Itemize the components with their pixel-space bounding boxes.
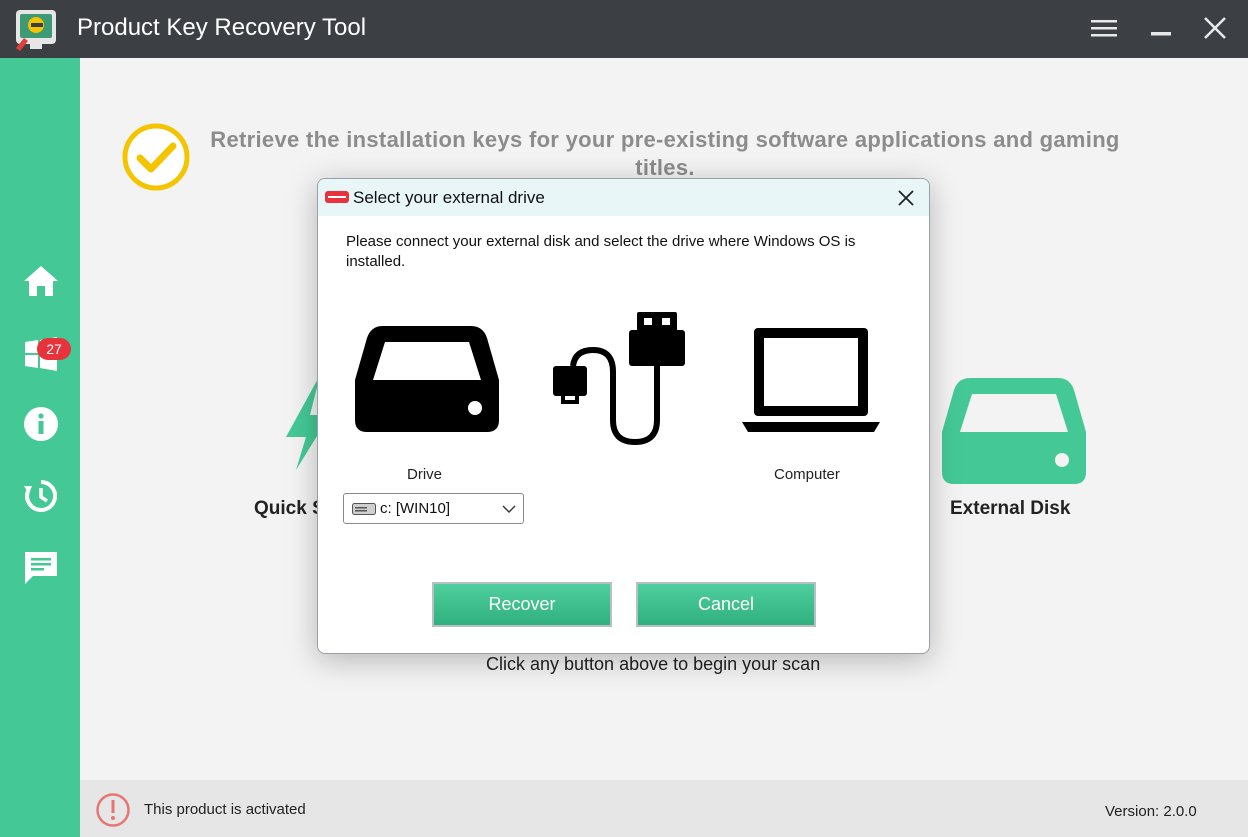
feedback-icon[interactable] (22, 549, 60, 587)
dialog-title: Select your external drive (353, 188, 545, 207)
notification-badge: 27 (37, 338, 71, 360)
menu-icon[interactable] (1088, 12, 1120, 44)
laptop-icon (742, 328, 880, 432)
dialog-message: Please connect your external disk and se… (346, 233, 856, 270)
cancel-button[interactable]: Cancel (636, 582, 816, 627)
version-label: Version: 2.0.0 (1105, 803, 1197, 820)
drive-select-value: c: [WIN10] (380, 500, 451, 517)
chevron-down-icon (502, 505, 516, 513)
drive-label: Drive (407, 466, 443, 483)
computer-label: Computer (774, 466, 840, 483)
external-disk-label[interactable]: External Disk (950, 498, 1070, 520)
dialog-close-icon[interactable] (895, 187, 917, 209)
scan-hint: Click any button above to begin your sca… (486, 654, 821, 674)
select-drive-dialog: Select your external drive Please connec… (317, 178, 930, 654)
app-title: Product Key Recovery Tool (77, 14, 367, 41)
activation-status: This product is activated (144, 801, 306, 818)
minimize-icon[interactable] (1144, 12, 1176, 44)
history-icon[interactable] (22, 477, 60, 515)
hard-drive-icon (355, 326, 499, 432)
title-bar: Product Key Recovery Tool (0, 0, 1248, 58)
usb-cable-icon (553, 312, 685, 446)
drive-red-icon (325, 191, 349, 203)
app-logo-icon (16, 10, 56, 51)
home-icon[interactable] (22, 262, 60, 300)
drive-select[interactable]: c: [WIN10] (343, 493, 524, 524)
quick-scan-label[interactable]: Quick S (254, 498, 325, 520)
external-disk-icon[interactable] (940, 376, 1088, 486)
close-icon[interactable] (1199, 12, 1231, 44)
dialog-title-bar: Select your external drive (318, 179, 929, 216)
hdd-icon (352, 503, 376, 515)
checkmark-icon (122, 123, 190, 191)
page-headline: Retrieve the installation keys for your … (210, 127, 1120, 180)
recover-button[interactable]: Recover (432, 582, 612, 627)
alert-info-icon (96, 793, 130, 827)
sidebar (0, 58, 80, 837)
info-icon[interactable] (22, 405, 60, 443)
